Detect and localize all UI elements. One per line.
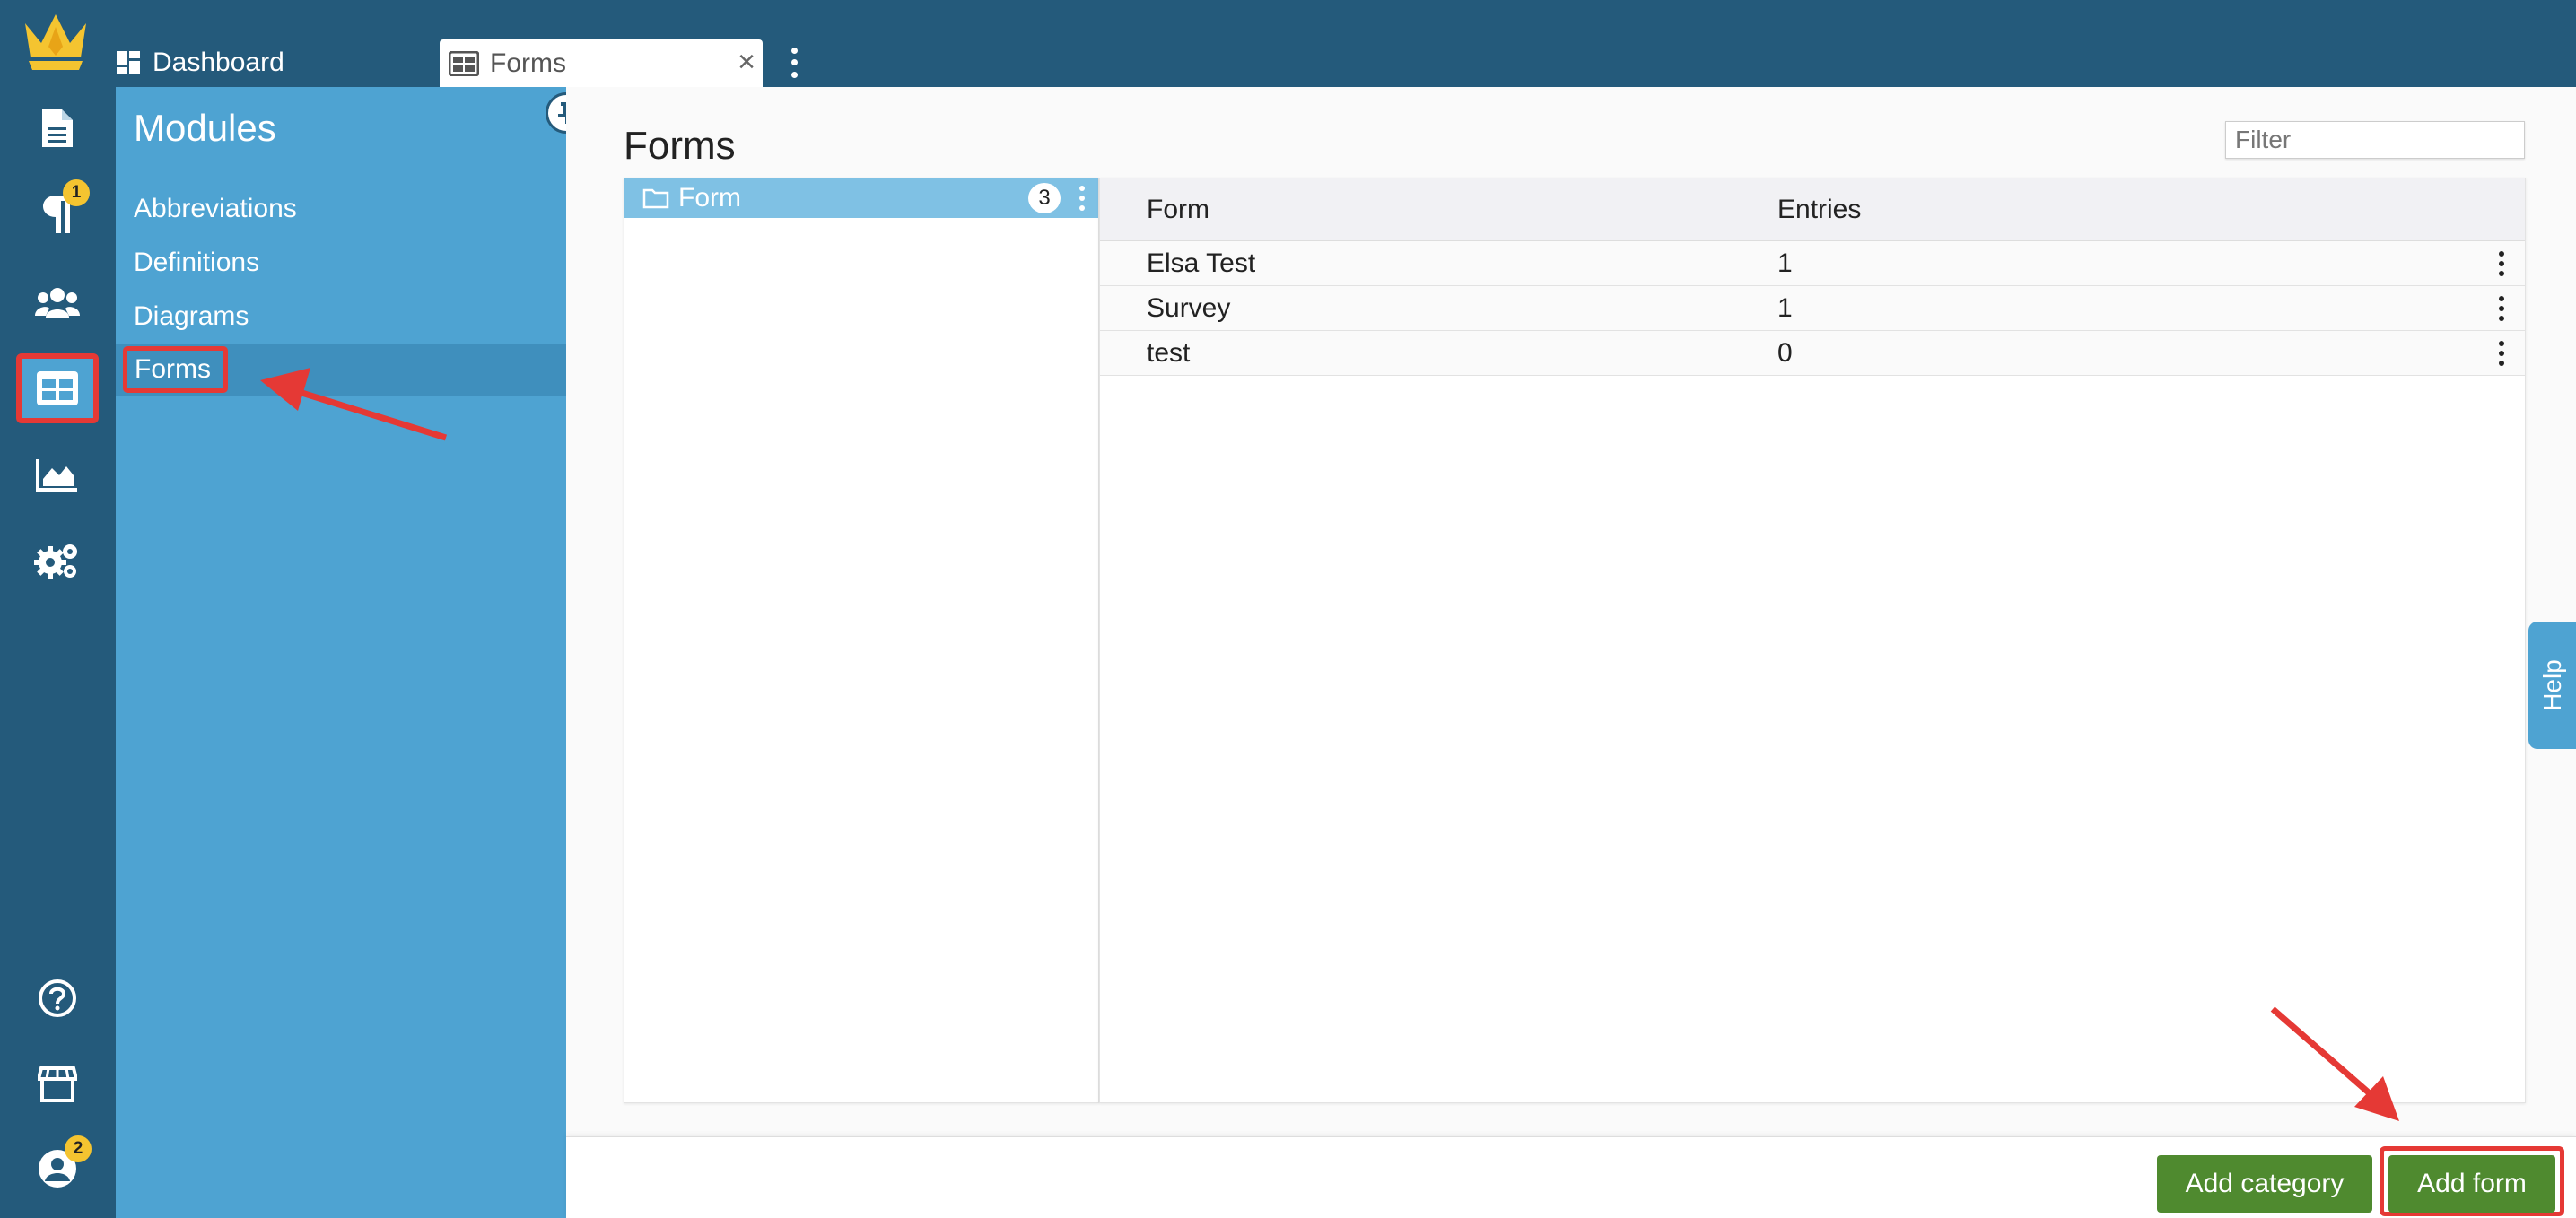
tab-overflow-menu-icon[interactable] bbox=[782, 45, 806, 81]
notification-badge: 2 bbox=[65, 1135, 92, 1162]
cell-form: test bbox=[1147, 338, 1191, 368]
module-item-label: Definitions bbox=[134, 248, 260, 277]
row-menu-icon[interactable] bbox=[2498, 294, 2505, 323]
row-menu-icon[interactable] bbox=[2498, 339, 2505, 368]
tab-dashboard[interactable]: Dashboard bbox=[117, 39, 284, 86]
rail-settings-button[interactable] bbox=[16, 526, 99, 596]
forms-grid-icon bbox=[37, 371, 78, 405]
module-item-definitions[interactable]: Definitions bbox=[116, 237, 566, 289]
rail-users-button[interactable] bbox=[16, 267, 99, 337]
page-title: Forms bbox=[624, 124, 736, 168]
module-item-label: Diagrams bbox=[134, 301, 249, 331]
table-header: Form Entries bbox=[1100, 178, 2525, 241]
module-item-label: Forms bbox=[123, 346, 228, 393]
module-item-label: Abbreviations bbox=[134, 194, 297, 223]
table-row[interactable]: Elsa Test 1 bbox=[1100, 241, 2525, 286]
tree-item-menu-icon[interactable] bbox=[1078, 184, 1086, 213]
forms-grid-icon bbox=[449, 50, 479, 76]
crown-logo-icon bbox=[25, 14, 86, 70]
row-menu-icon[interactable] bbox=[2498, 249, 2505, 278]
rail-store-button[interactable] bbox=[16, 1049, 99, 1119]
help-tab[interactable]: Help bbox=[2528, 622, 2576, 749]
help-circle-icon bbox=[39, 979, 76, 1017]
document-icon bbox=[42, 109, 73, 147]
cell-entries: 1 bbox=[1777, 293, 1793, 323]
store-icon bbox=[38, 1066, 77, 1102]
filter-input[interactable] bbox=[2225, 121, 2525, 159]
chart-icon bbox=[36, 459, 77, 492]
tree-item-form-category[interactable]: Form 3 bbox=[624, 178, 1098, 218]
tab-forms-label: Forms bbox=[490, 48, 566, 78]
cell-entries: 1 bbox=[1777, 248, 1793, 278]
rail-documents-button[interactable] bbox=[16, 93, 99, 163]
tree-item-label: Form bbox=[678, 183, 741, 213]
modules-panel: Modules Abbreviations Definitions Diagra… bbox=[116, 87, 566, 1218]
rail-account-button[interactable]: 2 bbox=[16, 1134, 99, 1204]
module-item-diagrams[interactable]: Diagrams bbox=[116, 291, 566, 343]
forms-table: Form Entries Elsa Test 1 Survey 1 test 0 bbox=[1099, 178, 2526, 1103]
column-header-form[interactable]: Form bbox=[1147, 195, 1209, 225]
help-tab-label: Help bbox=[2537, 659, 2566, 711]
add-form-button[interactable]: Add form bbox=[2388, 1155, 2555, 1213]
category-tree: Form 3 bbox=[624, 178, 1099, 1103]
rail-paragraph-button[interactable]: 1 bbox=[16, 179, 99, 249]
add-category-button[interactable]: Add category bbox=[2157, 1155, 2372, 1213]
count-badge: 3 bbox=[1028, 183, 1061, 213]
table-row[interactable]: test 0 bbox=[1100, 331, 2525, 376]
rail-charts-button[interactable] bbox=[16, 439, 99, 509]
column-header-entries[interactable]: Entries bbox=[1777, 195, 1861, 225]
rail-forms-button[interactable] bbox=[16, 353, 99, 423]
users-icon bbox=[35, 288, 80, 318]
cell-entries: 0 bbox=[1777, 338, 1793, 368]
top-bar bbox=[0, 0, 2576, 87]
rail-help-button[interactable] bbox=[16, 963, 99, 1033]
modules-title: Modules bbox=[134, 107, 276, 149]
tab-forms[interactable]: Forms × bbox=[440, 39, 763, 87]
tab-dashboard-label: Dashboard bbox=[153, 48, 284, 77]
dashboard-icon bbox=[117, 51, 140, 74]
close-icon[interactable]: × bbox=[738, 47, 755, 77]
notification-badge: 1 bbox=[63, 179, 90, 206]
cell-form: Survey bbox=[1147, 293, 1231, 323]
icon-rail: 1 2 bbox=[0, 0, 116, 1218]
table-row[interactable]: Survey 1 bbox=[1100, 286, 2525, 331]
cell-form: Elsa Test bbox=[1147, 248, 1256, 278]
folder-icon bbox=[642, 188, 669, 209]
module-item-forms[interactable]: Forms bbox=[116, 344, 566, 396]
module-item-abbreviations[interactable]: Abbreviations bbox=[116, 183, 566, 235]
settings-icon bbox=[34, 544, 77, 579]
